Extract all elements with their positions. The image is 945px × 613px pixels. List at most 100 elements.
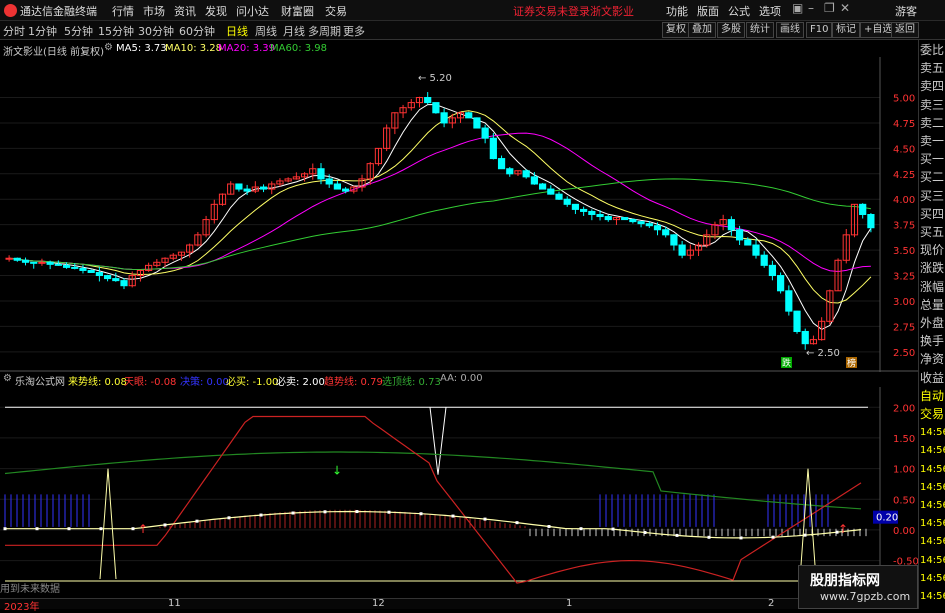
- candle-body: [497, 158, 506, 170]
- side-item-8[interactable]: 买三: [920, 189, 944, 203]
- period-multi[interactable]: 多周期: [308, 23, 341, 39]
- candle-body: [235, 183, 243, 190]
- side-item-6[interactable]: 买一: [920, 153, 944, 166]
- side-item-29[interactable]: 14:56: [920, 572, 945, 585]
- tool-duogu[interactable]: 多股: [717, 22, 745, 38]
- menu-gongshi[interactable]: 公式: [728, 3, 750, 19]
- minimize-icon[interactable]: –: [808, 1, 814, 15]
- side-item-18[interactable]: 收益: [920, 371, 944, 385]
- date-dec: 12: [372, 598, 385, 609]
- guest-label[interactable]: 游客: [895, 3, 917, 19]
- candle-body: [62, 264, 71, 268]
- tool-f10[interactable]: F10: [806, 22, 833, 38]
- side-item-1[interactable]: 卖五: [920, 62, 944, 75]
- menu-faxian[interactable]: 发现: [205, 3, 227, 19]
- tool-fuquan[interactable]: 复权: [662, 22, 690, 38]
- side-item-26[interactable]: 14:56: [920, 517, 945, 530]
- side-item-19[interactable]: 自动: [920, 389, 944, 403]
- period-more[interactable]: 更多: [343, 23, 365, 39]
- menu-shichang[interactable]: 市场: [143, 3, 165, 19]
- side-item-25[interactable]: 14:56: [920, 499, 945, 512]
- candle-body: [21, 259, 30, 263]
- candle-body: [489, 137, 497, 160]
- side-item-17[interactable]: 净资: [920, 353, 944, 366]
- side-item-5[interactable]: 卖一: [920, 135, 944, 148]
- side-item-0[interactable]: 委比: [920, 44, 944, 57]
- ind-laishixian: 来势线: 0.08: [68, 377, 127, 388]
- side-item-16[interactable]: 换手: [920, 335, 944, 348]
- candle-body: [424, 97, 432, 104]
- side-item-27[interactable]: 14:56: [920, 535, 945, 548]
- side-item-3[interactable]: 卖三: [920, 98, 944, 112]
- period-60min[interactable]: 60分钟: [179, 23, 215, 39]
- side-item-10[interactable]: 买五: [920, 226, 944, 239]
- candle-body: [604, 216, 612, 221]
- candle-body: [87, 269, 95, 273]
- candlestick-chart[interactable]: ← 5.20 ← 2.50 跌 榜 5.00 4.75 4.50 4.25 4.00 3.75 3.…: [0, 57, 918, 372]
- menu-xuanxiang[interactable]: 选项: [759, 3, 781, 19]
- side-item-9[interactable]: 买四: [920, 207, 944, 221]
- restore-icon[interactable]: ❐: [824, 1, 835, 15]
- low-label: ← 2.50: [806, 348, 840, 359]
- side-item-20[interactable]: 交易: [920, 408, 944, 421]
- tool-huaxian[interactable]: 画线: [776, 22, 804, 38]
- tool-biaoji[interactable]: 标记: [832, 22, 860, 38]
- price-tick: 2.50: [893, 348, 915, 359]
- menu-banmian[interactable]: 版面: [697, 3, 719, 19]
- side-item-7[interactable]: 买二: [920, 171, 944, 184]
- tool-tongji[interactable]: 统计: [746, 22, 774, 38]
- period-monthly[interactable]: 月线: [283, 23, 305, 39]
- menu-caifuquan[interactable]: 财富圈: [281, 3, 314, 19]
- side-item-28[interactable]: 14:56: [920, 554, 945, 567]
- ind-tianyan: 天眼: -0.08: [124, 377, 177, 388]
- future-data-note: 用到未来数据: [0, 584, 60, 595]
- period-1min[interactable]: 1分钟: [28, 23, 57, 39]
- side-item-30[interactable]: 14:56: [920, 590, 945, 603]
- close-icon[interactable]: ✕: [840, 1, 850, 15]
- price-tick: 3.00: [893, 297, 915, 308]
- side-item-14[interactable]: 总量: [920, 298, 944, 312]
- laishi-line: [5, 510, 862, 539]
- period-fenshi[interactable]: 分时: [3, 23, 25, 39]
- menu-jiaoyi[interactable]: 交易: [325, 3, 347, 19]
- skin-icon[interactable]: ▣: [792, 1, 803, 15]
- login-warning[interactable]: 证券交易未登录: [513, 3, 590, 19]
- bibuy-spike: [99, 468, 117, 580]
- menu-wenxiaoda[interactable]: 问小达: [236, 3, 269, 19]
- side-item-4[interactable]: 卖二: [920, 116, 944, 130]
- stock-name: 浙文影业(日线 前复权): [3, 47, 104, 58]
- side-item-13[interactable]: 涨幅: [920, 280, 944, 294]
- candle-body: [112, 278, 120, 282]
- laishi-dot: [739, 536, 743, 540]
- side-item-12[interactable]: 涨跌: [920, 262, 944, 275]
- indicator-gear-icon[interactable]: ⚙: [3, 373, 12, 384]
- ma20-value: MA20: 3.39: [218, 43, 276, 54]
- ma10-line: [9, 110, 872, 304]
- side-item-2[interactable]: 卖四: [920, 80, 944, 93]
- side-item-24[interactable]: 14:56: [920, 481, 945, 494]
- watermark-url: www.7gpzb.com: [820, 590, 911, 603]
- candle-body: [735, 229, 744, 241]
- laishi-dot: [579, 527, 583, 531]
- period-5min[interactable]: 5分钟: [64, 23, 93, 39]
- settings-gear-icon[interactable]: ⚙: [104, 42, 113, 53]
- period-15min[interactable]: 15分钟: [98, 23, 134, 39]
- tool-fanhui[interactable]: 返回: [891, 22, 919, 38]
- side-item-21[interactable]: 14:56: [920, 426, 945, 439]
- menu-hangqing[interactable]: 行情: [112, 3, 134, 19]
- tool-diejia[interactable]: 叠加: [688, 22, 716, 38]
- menu-gongneng[interactable]: 功能: [666, 3, 688, 19]
- candle-body: [325, 178, 333, 185]
- candle-body: [777, 275, 785, 292]
- menu-zixun[interactable]: 资讯: [174, 3, 196, 19]
- laishi-dot: [451, 514, 455, 518]
- side-item-11[interactable]: 现价: [920, 244, 944, 257]
- period-weekly[interactable]: 周线: [255, 23, 277, 39]
- period-30min[interactable]: 30分钟: [138, 23, 174, 39]
- laishi-dot: [355, 510, 359, 514]
- side-item-15[interactable]: 外盘: [920, 317, 944, 330]
- side-item-23[interactable]: 14:56: [920, 463, 945, 476]
- period-daily[interactable]: 日线: [226, 23, 248, 39]
- indicator-chart[interactable]: 2.001.501.000.500.00-0.50↓↑ ↑0.20: [0, 387, 918, 598]
- side-item-22[interactable]: 14:56: [920, 444, 945, 457]
